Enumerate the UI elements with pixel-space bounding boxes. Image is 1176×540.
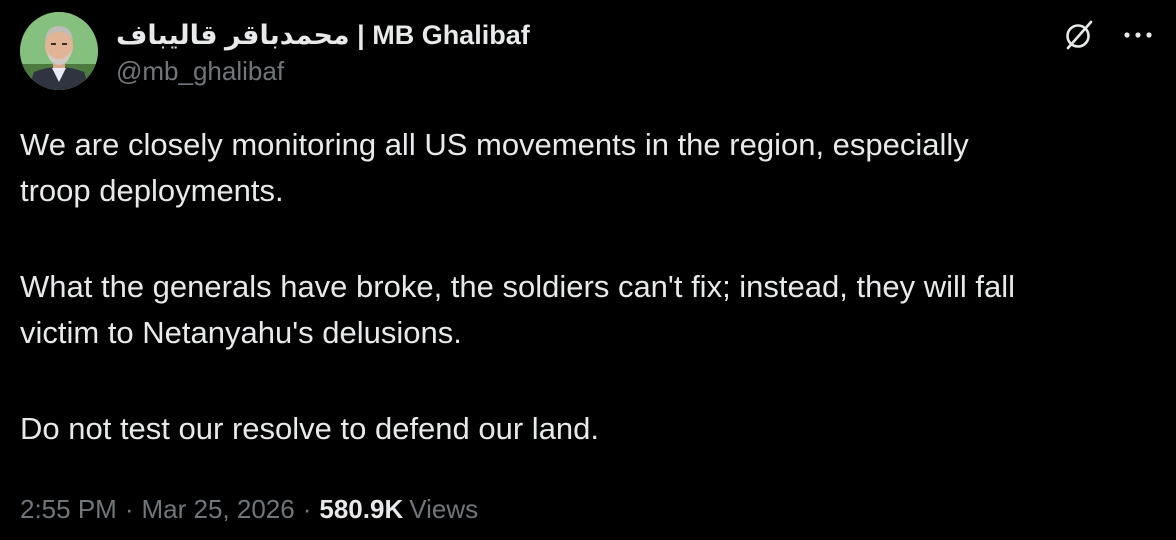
tweet-paragraph: Do not test our resolve to defend our la… <box>20 411 600 446</box>
more-horizontal-icon[interactable] <box>1118 18 1158 52</box>
tweet-text: We are closely monitoring all US movemen… <box>20 122 1160 452</box>
avatar-portrait-icon <box>20 12 98 90</box>
tweet-top-actions <box>1062 18 1158 52</box>
views-label: Views <box>409 494 479 524</box>
meta-separator: · <box>124 494 134 524</box>
grok-icon[interactable] <box>1062 18 1096 52</box>
tweet-paragraph: We are closely monitoring all US movemen… <box>20 127 969 208</box>
tweet-paragraph: What the generals have broke, the soldie… <box>20 269 1015 350</box>
tweet-header: محمدباقر قالیباف | MB Ghalibaf @mb_ghali… <box>20 12 530 92</box>
tweet-card: محمدباقر قالیباف | MB Ghalibaf @mb_ghali… <box>0 0 1176 540</box>
author-identity: محمدباقر قالیباف | MB Ghalibaf @mb_ghali… <box>116 18 530 88</box>
views-count[interactable]: 580.9K <box>319 494 403 524</box>
tweet-time[interactable]: 2:55 PM <box>20 494 117 524</box>
tweet-meta: 2:55 PM · Mar 25, 2026 · 580.9K Views <box>20 492 478 526</box>
author-handle[interactable]: @mb_ghalibaf <box>116 54 530 88</box>
tweet-date[interactable]: Mar 25, 2026 <box>142 494 295 524</box>
meta-separator: · <box>302 494 312 524</box>
avatar[interactable] <box>20 12 98 90</box>
author-display-name[interactable]: محمدباقر قالیباف | MB Ghalibaf <box>116 18 530 52</box>
